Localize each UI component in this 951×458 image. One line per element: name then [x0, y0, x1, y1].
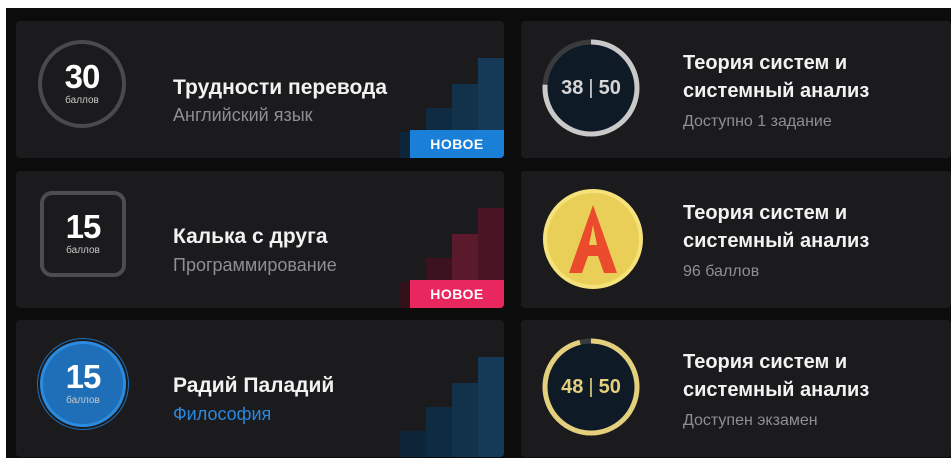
points-value: 15 — [65, 358, 102, 395]
progress-done: 48 — [561, 375, 584, 398]
course-card-avatar[interactable]: Теория систем и системный анализ 96 балл… — [521, 171, 951, 308]
points-square: 15 баллов — [40, 191, 126, 277]
progress-label: 38 | 50 — [541, 38, 641, 138]
points-unit: баллов — [66, 395, 100, 406]
task-card-translation[interactable]: 30 баллов Трудности перевода Английский … — [16, 21, 504, 158]
course-card-progress-2[interactable]: 48 | 50 Теория систем и системный анализ… — [521, 320, 951, 457]
points-unit: баллов — [65, 95, 99, 106]
points-unit: баллов — [66, 245, 100, 256]
progress-separator: | — [588, 375, 594, 398]
task-title: Трудности перевода — [173, 76, 388, 99]
progress-done: 38 — [561, 76, 584, 99]
courses-grid: 30 баллов Трудности перевода Английский … — [6, 8, 951, 458]
points-circle: 30 баллов — [38, 40, 126, 128]
course-card-progress-1[interactable]: 38 | 50 Теория систем и системный анализ… — [521, 21, 951, 158]
course-status: 96 баллов — [683, 263, 760, 280]
points-circle: 15 баллов — [40, 341, 126, 427]
course-title: Теория систем и системный анализ — [683, 202, 870, 252]
course-status: Доступен экзамен — [683, 412, 818, 429]
letter-a-icon — [569, 205, 617, 273]
points-value: 30 — [64, 58, 101, 95]
task-subject: Программирование — [173, 255, 337, 275]
progress-separator: | — [588, 76, 594, 99]
task-subject-link[interactable]: Философия — [173, 404, 271, 425]
progress-label: 48 | 50 — [541, 337, 641, 437]
course-avatar — [543, 189, 643, 289]
points-value: 15 — [65, 208, 102, 245]
course-title: Теория систем и системный анализ — [683, 351, 870, 401]
task-title: Калька с друга — [173, 225, 328, 248]
task-card-calque[interactable]: 15 баллов Калька с друга Программировани… — [16, 171, 504, 308]
task-subject: Английский язык — [173, 105, 313, 125]
course-status: Доступно 1 задание — [683, 113, 832, 130]
progress-total: 50 — [598, 375, 621, 398]
new-badge: НОВОЕ — [410, 130, 504, 158]
course-title: Теория систем и системный анализ — [683, 52, 870, 102]
task-card-radium[interactable]: 15 баллов Радий Паладий Философия — [16, 320, 504, 457]
decor-steps-blue-icon — [400, 357, 504, 457]
progress-total: 50 — [598, 76, 621, 99]
task-title: Радий Паладий — [173, 374, 335, 397]
new-badge: НОВОЕ — [410, 280, 504, 308]
